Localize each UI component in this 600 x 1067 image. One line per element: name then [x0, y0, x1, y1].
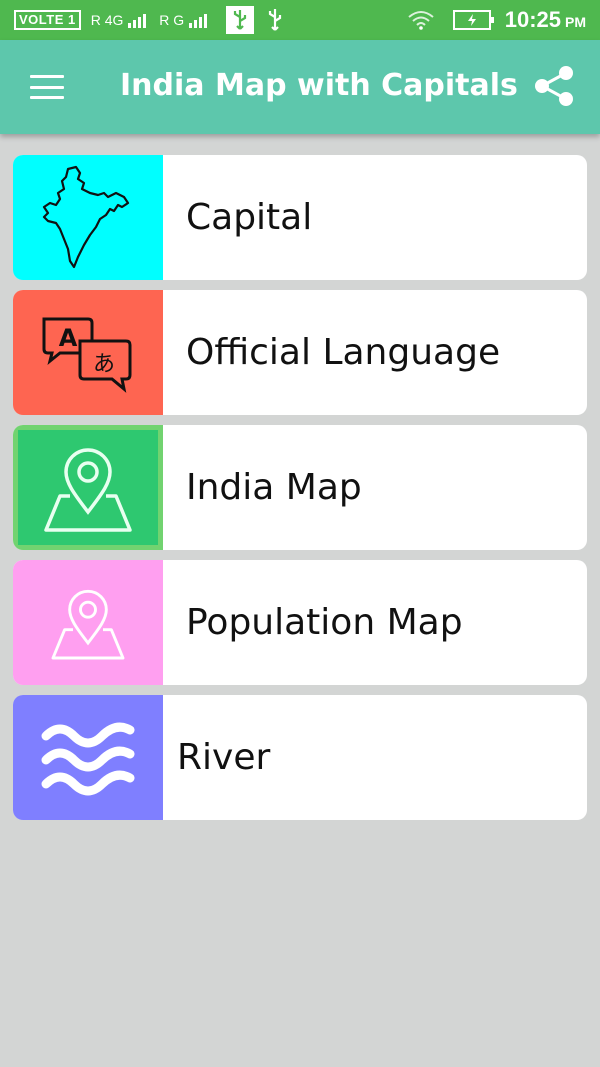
menu-item-official-language[interactable]: A あ Official Language	[13, 290, 587, 415]
svg-text:A: A	[59, 324, 78, 352]
signal-bars-icon	[189, 14, 208, 29]
volte-indicator: VOLTE 1	[14, 10, 81, 30]
menu-list: Capital A あ Official Language India Map	[13, 155, 587, 830]
menu-item-label: Population Map	[186, 602, 463, 643]
menu-item-population-map[interactable]: Population Map	[13, 560, 587, 685]
menu-item-label: Capital	[186, 197, 313, 238]
menu-item-label: Official Language	[186, 332, 501, 373]
map-pin-icon	[44, 447, 132, 532]
usb-icon	[266, 8, 284, 32]
wifi-icon	[407, 10, 435, 30]
share-icon[interactable]	[532, 64, 576, 108]
india-outline-icon	[42, 165, 130, 268]
menu-item-india-map[interactable]: India Map	[13, 425, 587, 550]
map-pin-icon	[51, 589, 125, 659]
clock-ampm: PM	[565, 14, 586, 30]
river-thumb	[13, 695, 163, 820]
menu-item-label: River	[177, 737, 271, 778]
language-thumb: A あ	[13, 290, 163, 415]
population-map-thumb	[13, 560, 163, 685]
capital-thumb	[13, 155, 163, 280]
usb-debug-icon	[226, 6, 255, 34]
status-bar: VOLTE 1 R 4G R G 10:25 PM	[0, 0, 600, 40]
page-title: India Map with Capitals	[120, 68, 518, 103]
app-bar: India Map with Capitals	[0, 40, 600, 134]
menu-item-capital[interactable]: Capital	[13, 155, 587, 280]
hamburger-menu-icon[interactable]	[30, 75, 64, 99]
menu-item-label: India Map	[186, 467, 362, 508]
india-map-thumb	[13, 425, 163, 550]
svg-text:あ: あ	[93, 352, 115, 377]
signal-g: R G	[159, 12, 210, 29]
translate-icon: A あ	[42, 317, 132, 393]
menu-item-river[interactable]: River	[13, 695, 587, 820]
signal-bars-icon	[128, 14, 147, 29]
battery-icon	[452, 10, 494, 30]
signal-4g: R 4G	[91, 12, 150, 29]
waves-icon	[41, 722, 135, 795]
clock: 10:25	[504, 7, 561, 32]
